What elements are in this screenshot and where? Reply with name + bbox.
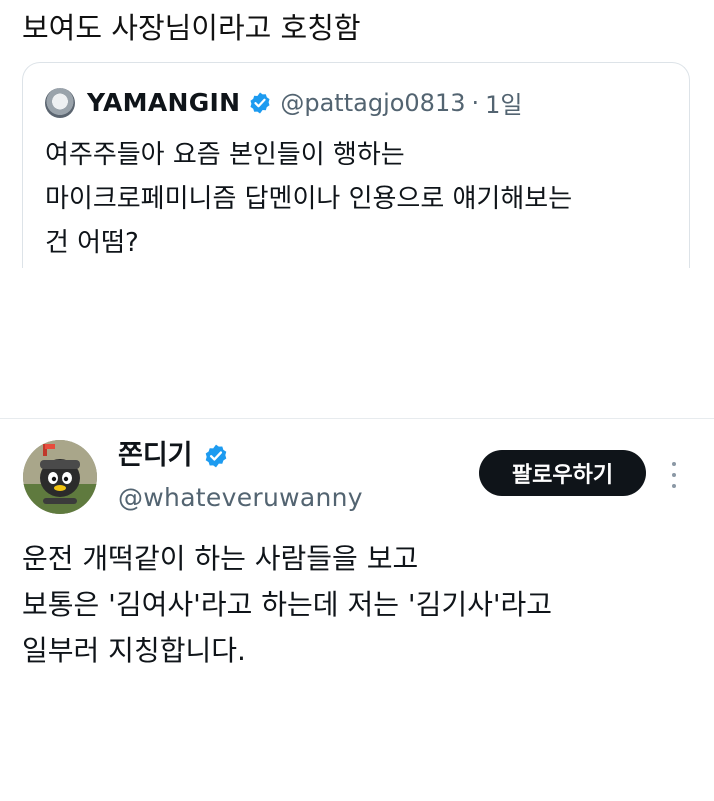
quoted-tweet-separator: · xyxy=(471,88,480,117)
quoted-tweet-text-line: 건 어떰? xyxy=(45,228,139,258)
author-handle[interactable]: @whateveruwanny xyxy=(118,480,363,516)
quoted-tweet-time[interactable]: 1일 xyxy=(485,85,522,120)
more-options-dot xyxy=(672,484,676,488)
follow-button[interactable]: 팔로우하기 xyxy=(479,450,646,496)
quoted-tweet-card[interactable]: YAMANGIN @pattagjo0813 · 1일 여주주들아 요즘 본인들… xyxy=(22,62,690,268)
tweet-text-line: 일부러 지칭합니다. xyxy=(22,634,246,667)
verified-badge-icon xyxy=(250,92,270,113)
screenshot-divider xyxy=(0,418,714,419)
quoted-tweet-text-line: 마이크로페미니즘 답멘이나 인용으로 얘기해보는 xyxy=(45,184,573,214)
more-options-dot xyxy=(672,462,676,466)
author-name-row: 쫀디기 xyxy=(118,436,237,476)
quoted-tweet-text-line: 여주주들아 요즘 본인들이 행하는 xyxy=(45,140,405,170)
author-avatar[interactable] xyxy=(23,440,97,514)
avatar-character-icon xyxy=(23,440,97,514)
quoted-tweet-display-name[interactable]: YAMANGIN xyxy=(87,88,240,117)
author-display-name[interactable]: 쫀디기 xyxy=(118,436,193,476)
verified-badge-icon xyxy=(205,444,226,468)
tweet-text-line: 운전 개떡같이 하는 사람들을 보고 xyxy=(22,542,419,575)
more-options-icon[interactable] xyxy=(664,458,684,492)
quoted-tweet-header: YAMANGIN @pattagjo0813 · 1일 xyxy=(45,85,523,120)
quoted-tweet-avatar[interactable] xyxy=(45,87,75,118)
tweet-text: 운전 개떡같이 하는 사람들을 보고 보통은 '김여사'라고 하는데 저는 '김… xyxy=(22,536,702,674)
quoted-tweet-handle[interactable]: @pattagjo0813 xyxy=(280,89,465,117)
quoted-tweet-text: 여주주들아 요즘 본인들이 행하는 마이크로페미니즘 답멘이나 인용으로 얘기해… xyxy=(45,133,685,265)
tweet-text-line: 보통은 '김여사'라고 하는데 저는 '김기사'라고 xyxy=(22,588,553,621)
more-options-dot xyxy=(672,473,676,477)
caption-text: 보여도 사장님이라고 호칭함 xyxy=(22,11,361,45)
